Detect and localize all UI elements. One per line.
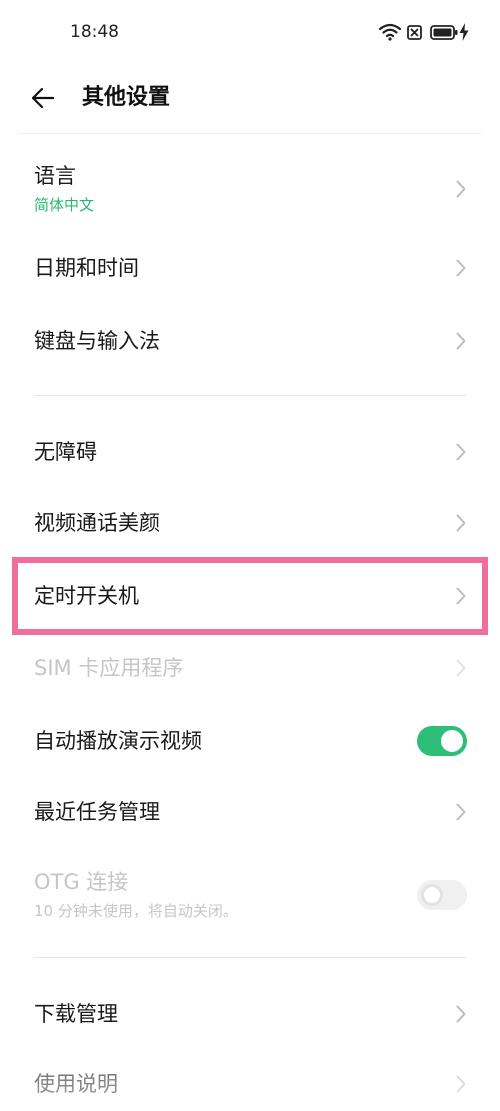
setting-text: 语言 简体中文 [34,163,94,215]
charging-icon [459,23,469,41]
setting-text: 下载管理 [34,1001,118,1027]
toggle-knob [421,884,443,906]
setting-text: SIM 卡应用程序 [34,655,183,681]
chevron-right-icon [456,443,466,461]
setting-label: 视频通话美颜 [34,511,160,535]
setting-text: 日期和时间 [34,255,139,281]
toggle-knob [441,730,463,752]
settings-screen: 18:48 其他设置 语言 简体中文 日期和时间 键盘与输入法 无障碍 视频通话… [0,0,500,1111]
chevron-right-icon [456,1075,466,1093]
setting-sim-apps[interactable]: SIM 卡应用程序 [0,632,500,704]
section-divider [34,395,466,396]
setting-label: 定时开关机 [34,584,139,608]
page-title: 其他设置 [82,85,171,110]
setting-text: 定时开关机 [34,583,139,609]
chevron-right-icon [456,587,466,605]
setting-keyboard-input[interactable]: 键盘与输入法 [0,305,500,377]
chevron-right-icon [456,659,466,677]
setting-recent-tasks[interactable]: 最近任务管理 [0,776,500,848]
setting-download-manager[interactable]: 下载管理 [0,978,500,1050]
setting-language[interactable]: 语言 简体中文 [0,143,500,235]
setting-text: 最近任务管理 [34,799,160,825]
setting-label: 使用说明 [34,1072,118,1096]
setting-subtitle: 简体中文 [34,196,95,214]
battery-icon [430,25,458,40]
setting-label: 最近任务管理 [34,800,160,824]
no-sim-icon [407,25,422,40]
wifi-icon [379,23,401,41]
back-arrow-icon[interactable] [30,86,56,110]
chevron-right-icon [456,514,466,532]
setting-label: 自动播放演示视频 [34,729,202,753]
setting-subtitle: 10 分钟未使用，将自动关闭。 [34,902,238,920]
chevron-right-icon [456,180,466,198]
setting-user-guide[interactable]: 使用说明 [0,1057,500,1111]
otg-toggle-switch[interactable] [417,880,467,910]
chevron-right-icon [456,803,466,821]
setting-label: 语言 [34,164,76,188]
setting-label: 日期和时间 [34,256,139,280]
setting-autoplay-demo-video[interactable]: 自动播放演示视频 [0,705,500,777]
section-divider [34,957,466,958]
setting-label: OTG 连接 [34,870,129,894]
header-divider [18,133,482,134]
setting-text: 视频通话美颜 [34,510,160,536]
setting-text: 使用说明 [34,1071,118,1097]
setting-text: 无障碍 [34,439,97,465]
chevron-right-icon [456,1005,466,1023]
setting-otg[interactable]: OTG 连接 10 分钟未使用，将自动关闭。 [0,849,500,941]
setting-label: 下载管理 [34,1002,118,1026]
setting-scheduled-power[interactable]: 定时开关机 [0,560,500,632]
autoplay-toggle-switch[interactable] [417,726,467,756]
setting-label: 键盘与输入法 [34,329,160,353]
setting-text: OTG 连接 10 分钟未使用，将自动关闭。 [34,869,238,921]
chevron-right-icon [456,332,466,350]
status-time: 18:48 [70,22,119,42]
chevron-right-icon [456,259,466,277]
setting-video-call-beauty[interactable]: 视频通话美颜 [0,487,500,559]
setting-text: 自动播放演示视频 [34,728,202,754]
setting-accessibility[interactable]: 无障碍 [0,416,500,488]
setting-label: SIM 卡应用程序 [34,656,184,680]
setting-label: 无障碍 [34,440,97,464]
setting-date-time[interactable]: 日期和时间 [0,232,500,304]
setting-text: 键盘与输入法 [34,328,160,354]
